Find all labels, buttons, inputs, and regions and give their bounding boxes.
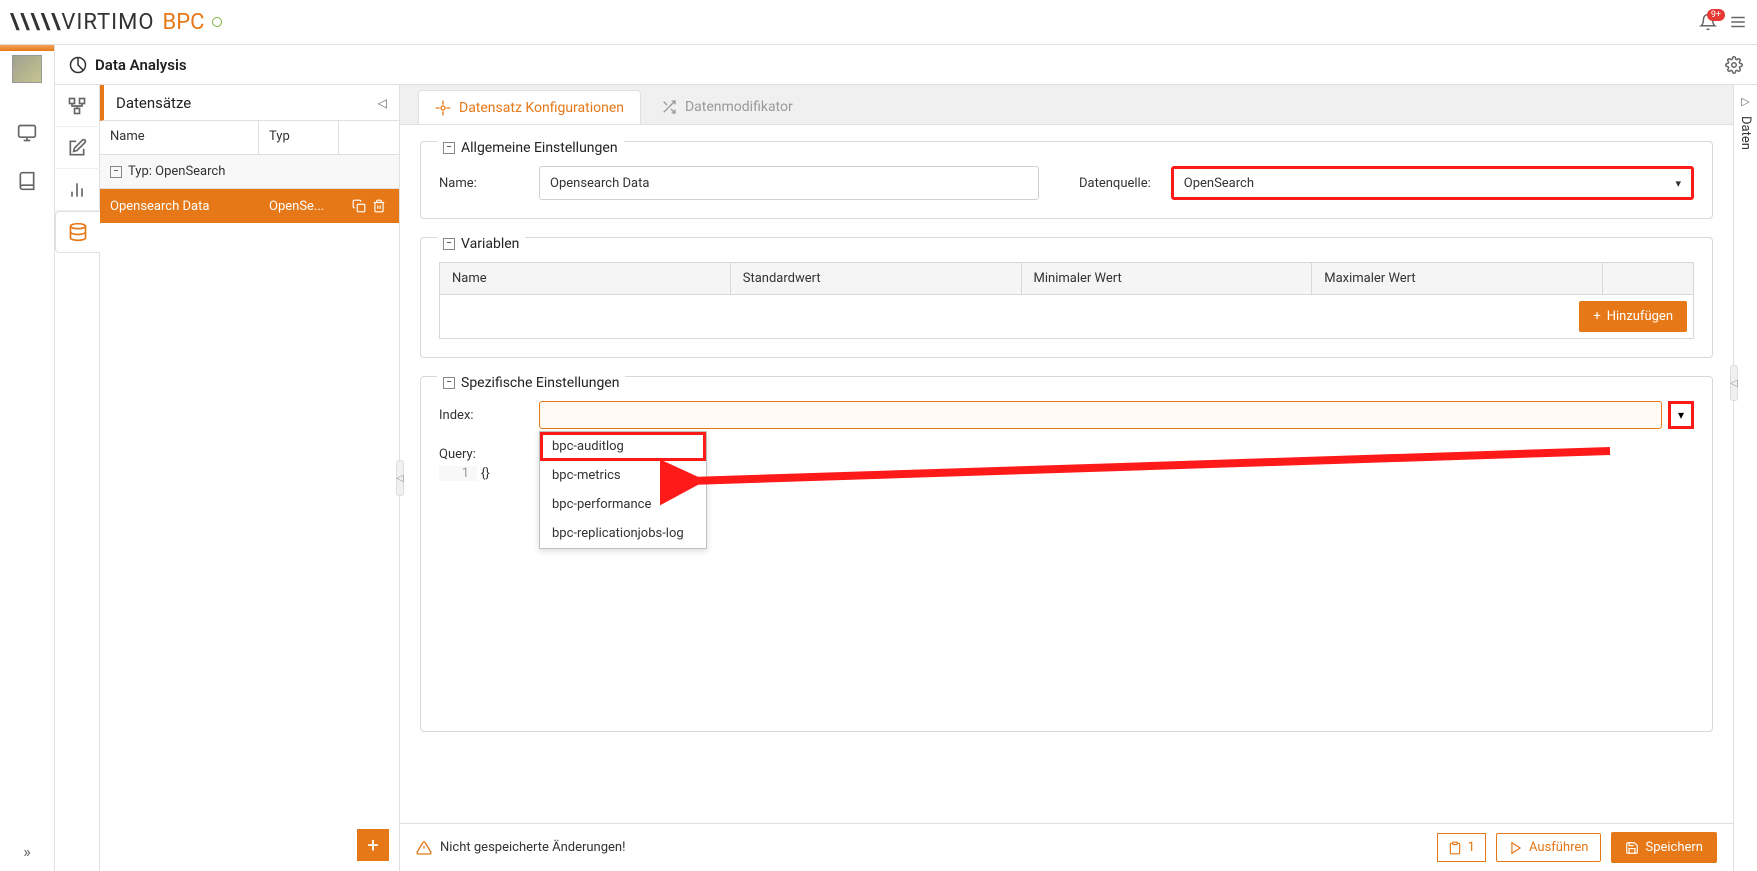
index-dropdown-trigger[interactable]: ▾ [1668, 401, 1694, 429]
dropdown-item-auditlog[interactable]: bpc-auditlog [540, 432, 706, 461]
right-panel-label: Daten [1738, 116, 1753, 150]
row-actions [339, 199, 399, 213]
specific-legend: − Spezifische Einstellungen [437, 375, 625, 391]
module-database-icon[interactable] [55, 211, 100, 253]
delete-icon[interactable] [372, 199, 386, 213]
plus-icon: + [1593, 309, 1600, 324]
general-settings: − Allgemeine Einstellungen Name: Datenqu… [420, 141, 1713, 219]
index-dropdown-list: bpc-auditlog bpc-metrics bpc-performance… [539, 431, 707, 549]
footer-bar: Nicht gespeicherte Änderungen! 1 Ausführ… [400, 823, 1733, 871]
var-header: Name Standardwert Minimaler Wert Maximal… [440, 263, 1693, 295]
module-rail [55, 85, 100, 871]
shuffle-icon [661, 99, 677, 115]
var-col-default[interactable]: Standardwert [731, 263, 1022, 294]
save-button[interactable]: Speichern [1611, 832, 1717, 863]
nav-item-active[interactable] [12, 55, 42, 83]
var-col-actions [1603, 263, 1693, 294]
datasets-header: Datensätze ◁ [100, 85, 399, 121]
collapse-vars-icon[interactable]: − [443, 238, 455, 250]
unsaved-warning: Nicht gespeicherte Änderungen! [416, 840, 625, 856]
warning-icon [416, 840, 432, 856]
save-icon [1625, 841, 1639, 855]
dataset-row[interactable]: Opensearch Data OpenSe... [100, 189, 399, 223]
index-input[interactable] [539, 401, 1662, 429]
dropdown-item-performance[interactable]: bpc-performance [540, 490, 706, 519]
tab-config[interactable]: Datensatz Konfigurationen [418, 90, 641, 124]
collapse-general-icon[interactable]: − [443, 142, 455, 154]
module-chart-icon[interactable] [55, 169, 100, 211]
logo-bpc: BPC [163, 10, 205, 35]
col-type[interactable]: Typ [259, 121, 339, 154]
variables-table: Name Standardwert Minimaler Wert Maximal… [439, 262, 1694, 339]
page-title: Data Analysis [69, 56, 187, 74]
index-label: Index: [439, 408, 519, 423]
col-actions [339, 121, 399, 154]
logo-virtimo: \\\\\VIRTIMO [10, 10, 155, 35]
specific-settings: − Spezifische Einstellungen Index: ▾ bpc… [420, 376, 1713, 732]
var-add-row: + Hinzufügen [440, 295, 1693, 338]
clipboard-count[interactable]: 1 [1437, 833, 1486, 862]
collapse-left-icon[interactable]: ◁ [378, 96, 387, 110]
page-title-bar: Data Analysis [55, 45, 1757, 85]
var-col-max[interactable]: Maximaler Wert [1312, 263, 1603, 294]
add-dataset-button[interactable]: + [357, 829, 389, 861]
tab-modifier[interactable]: Datenmodifikator [645, 90, 809, 124]
analytics-icon [69, 56, 87, 74]
monitor-icon[interactable] [17, 123, 37, 143]
expand-rail-icon[interactable]: » [23, 842, 31, 861]
add-variable-button[interactable]: + Hinzufügen [1579, 301, 1687, 332]
var-col-min[interactable]: Minimaler Wert [1022, 263, 1313, 294]
row-name: Opensearch Data [100, 199, 259, 214]
line-number: 1 [439, 466, 477, 481]
dropdown-item-metrics[interactable]: bpc-metrics [540, 461, 706, 490]
datasets-panel: Datensätze ◁ Name Typ − Typ: OpenSearch … [100, 85, 400, 871]
general-legend: − Allgemeine Einstellungen [437, 140, 624, 156]
status-indicator-icon [212, 17, 222, 27]
module-edit-icon[interactable] [55, 127, 100, 169]
module-tree-icon[interactable] [55, 85, 100, 127]
query-label: Query: [439, 447, 519, 462]
config-main: ◁ Datensatz Konfigurationen Datenmodifik… [400, 85, 1733, 871]
header-right: 9+ [1699, 13, 1747, 31]
book-icon[interactable] [17, 171, 37, 191]
datasets-title: Datensätze [116, 94, 191, 112]
splitter-right[interactable]: ◁ [1730, 365, 1738, 401]
name-input[interactable] [539, 166, 1039, 200]
right-panel-collapsed[interactable]: ▷ Daten ◁ [1733, 85, 1757, 871]
dropdown-item-replication[interactable]: bpc-replicationjobs-log [540, 519, 706, 548]
notification-icon[interactable]: 9+ [1699, 13, 1717, 31]
datasets-columns: Name Typ [100, 121, 399, 155]
datasource-select[interactable]: OpenSearch ▾ [1171, 166, 1694, 200]
index-row: Index: ▾ bpc-auditlog bpc-metrics bpc-pe… [439, 401, 1694, 429]
left-nav-rail: » [0, 45, 55, 871]
settings-icon[interactable] [1725, 56, 1743, 74]
play-icon [1509, 841, 1523, 855]
tabs-bar: Datensatz Konfigurationen Datenmodifikat… [400, 85, 1733, 125]
chevron-down-icon: ▾ [1675, 177, 1681, 190]
index-combo: ▾ bpc-auditlog bpc-metrics bpc-performan… [539, 401, 1694, 429]
expand-right-icon[interactable]: ▷ [1741, 95, 1749, 108]
menu-icon[interactable] [1729, 13, 1747, 31]
clipboard-icon [1448, 841, 1462, 855]
footer-actions: 1 Ausführen Speichern [1437, 832, 1717, 863]
source-label: Datenquelle: [1079, 176, 1151, 191]
variables-legend: − Variablen [437, 236, 525, 252]
collapse-group-icon[interactable]: − [110, 166, 122, 178]
collapse-spec-icon[interactable]: − [443, 377, 455, 389]
app-header: \\\\\VIRTIMO BPC 9+ [0, 0, 1757, 45]
logo-area: \\\\\VIRTIMO BPC [10, 10, 222, 35]
gear-icon [435, 100, 451, 116]
run-button[interactable]: Ausführen [1496, 833, 1602, 862]
group-row[interactable]: − Typ: OpenSearch [100, 155, 399, 189]
notification-count: 9+ [1707, 9, 1725, 21]
copy-icon[interactable] [352, 199, 366, 213]
col-name[interactable]: Name [100, 121, 259, 154]
name-label: Name: [439, 176, 519, 191]
config-body: − Allgemeine Einstellungen Name: Datenqu… [400, 125, 1733, 823]
splitter-left[interactable]: ◁ [396, 460, 404, 496]
row-type: OpenSe... [259, 199, 339, 214]
var-col-name[interactable]: Name [440, 263, 731, 294]
variables-settings: − Variablen Name Standardwert Minimaler … [420, 237, 1713, 358]
